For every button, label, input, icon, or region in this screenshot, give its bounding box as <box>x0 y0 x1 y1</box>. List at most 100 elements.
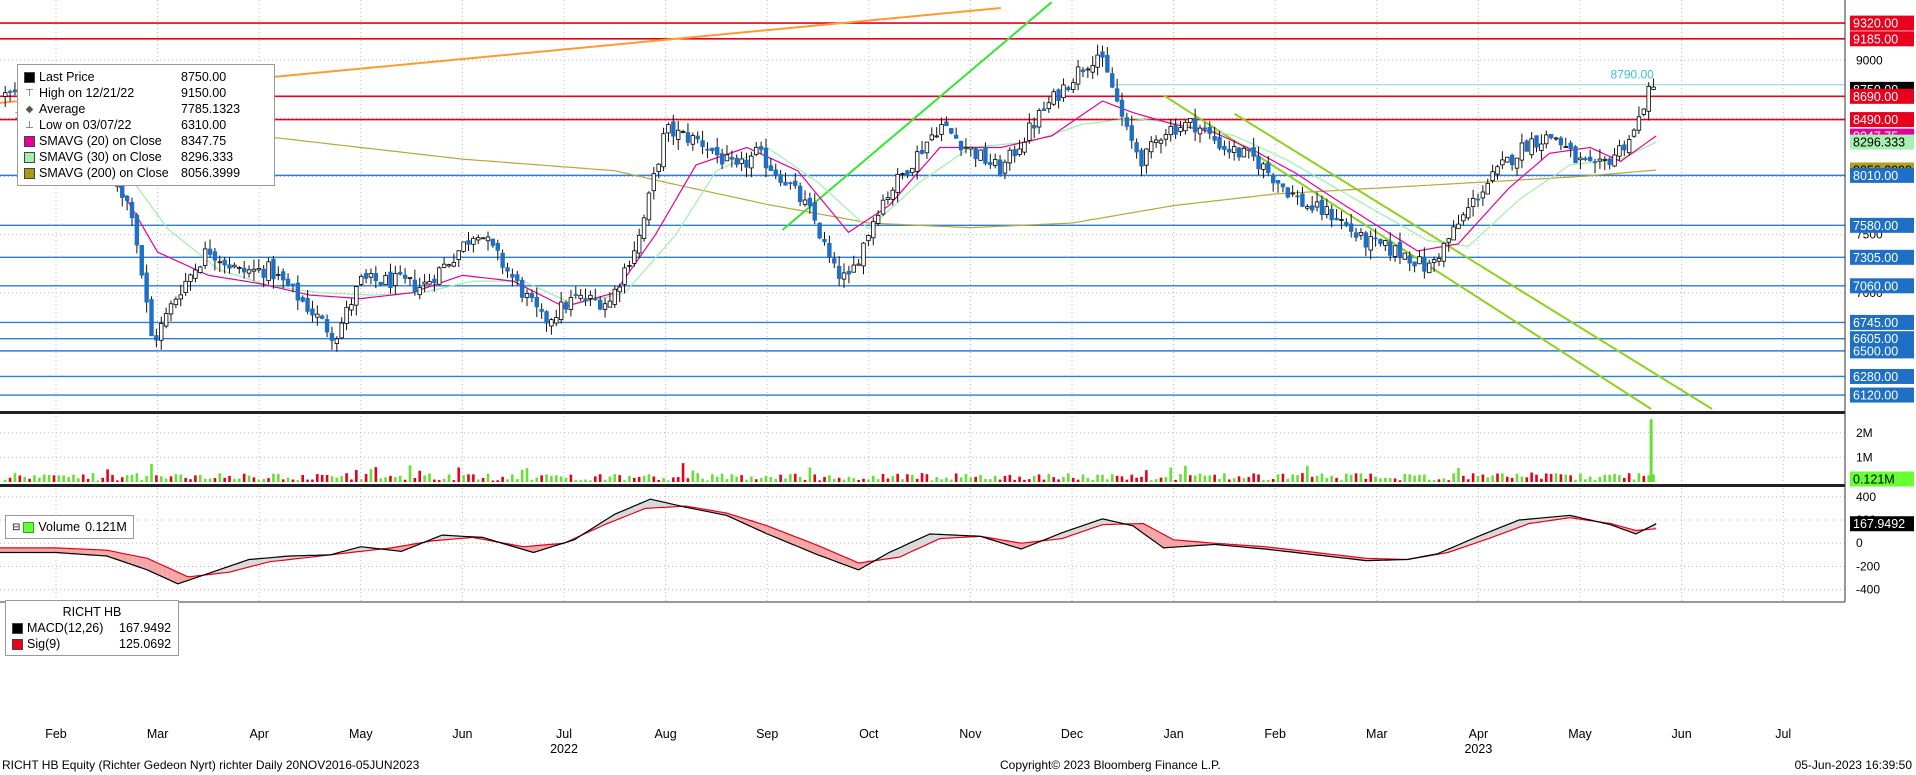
volume-bar <box>979 475 982 482</box>
volume-bar <box>1330 475 1333 482</box>
candle-body <box>973 148 978 160</box>
volume-bar <box>18 475 22 482</box>
candle-body <box>202 248 208 266</box>
candle-body <box>178 294 183 300</box>
candle-body <box>324 319 330 333</box>
month-tick-label: Jan <box>1164 727 1184 741</box>
volume-tick-label: 2M <box>1856 426 1873 440</box>
candle-body <box>719 153 725 165</box>
candle-body <box>1071 82 1076 90</box>
candle-body <box>1641 108 1647 115</box>
candle-body <box>134 214 140 246</box>
candle-body <box>905 170 910 176</box>
volume-bar <box>213 478 217 482</box>
candle-body <box>1188 118 1193 123</box>
candle-body <box>1007 149 1013 164</box>
volume-bar <box>1652 474 1655 482</box>
volume-bar <box>1037 474 1041 482</box>
candle-body <box>1324 206 1330 215</box>
volume-bar <box>1520 476 1524 482</box>
candle-body <box>992 159 998 166</box>
volume-bar <box>1588 476 1592 482</box>
candle-body <box>359 275 364 285</box>
candle-body <box>1285 187 1290 198</box>
candle-body <box>866 235 871 242</box>
candle-body <box>490 238 496 246</box>
candle-body <box>1329 208 1334 221</box>
volume-bar <box>1637 473 1641 482</box>
candle-body <box>217 261 222 264</box>
macd-swatch <box>12 622 23 634</box>
candle-body <box>573 294 578 296</box>
volume-bar <box>1018 476 1021 482</box>
candle-body <box>1466 207 1471 219</box>
candle-body <box>388 271 393 289</box>
candle-body <box>841 272 847 280</box>
price-tag-label: 7060.00 <box>1853 279 1898 293</box>
candle-body <box>1353 232 1359 238</box>
candle-body <box>1470 198 1476 208</box>
volume-bar <box>1457 468 1460 482</box>
volume-bar <box>637 476 641 482</box>
legend-label: Last Price <box>39 70 95 84</box>
sma30-swatch-icon <box>24 151 35 163</box>
volume-bar <box>394 477 397 482</box>
candle-body <box>1309 205 1315 211</box>
candle-body <box>1280 183 1286 188</box>
volume-bar <box>1579 473 1582 482</box>
volume-bar <box>1291 474 1294 482</box>
candle-body <box>1100 51 1105 58</box>
volume-bar <box>42 474 46 482</box>
month-tick-label: May <box>1568 727 1592 741</box>
candle-body <box>1339 219 1344 221</box>
volume-bar <box>1345 473 1348 482</box>
volume-bar <box>706 480 709 482</box>
candle-body <box>456 250 461 260</box>
legend-value: 8750.00 <box>181 70 227 84</box>
candle-body <box>934 135 939 138</box>
legend-row-sma20: SMAVG (20) on Close 8347.75 <box>24 133 268 149</box>
price-chart[interactable]: 8790.00 900085008000750070002M1M4002000-… <box>0 0 1916 775</box>
footer-copyright: Copyright© 2023 Bloomberg Finance L.P. <box>1000 758 1221 772</box>
volume-bar <box>223 477 226 482</box>
macd-line <box>0 498 1657 585</box>
candle-body <box>1500 159 1505 166</box>
volume-bar <box>954 473 958 482</box>
legend-row-high: ⊤ High on 12/21/22 9150.00 <box>24 85 268 101</box>
legend-label: Low on 03/07/22 <box>39 118 132 132</box>
candle-body <box>422 281 427 285</box>
candle-body <box>1041 108 1047 112</box>
candle-body <box>754 147 759 155</box>
candle-body <box>1344 221 1349 226</box>
candle-body <box>1075 66 1081 85</box>
candle-body <box>1646 86 1651 112</box>
candle-body <box>1134 142 1139 153</box>
candle-body <box>139 245 144 276</box>
signal-series-value: 125.0692 <box>119 637 172 651</box>
candle-body <box>329 332 335 341</box>
volume-bar <box>789 474 792 482</box>
macd-histogram-fill <box>35 547 41 553</box>
chart-axes: 900085008000750070002M1M4002000-200-400F… <box>0 0 1883 756</box>
volume-bar <box>1403 473 1407 482</box>
candle-body <box>1300 193 1305 207</box>
candle-body <box>1514 157 1520 169</box>
volume-bar <box>1125 479 1129 482</box>
volume-bar <box>579 480 582 482</box>
candle-body <box>793 180 798 186</box>
volume-bar <box>691 470 695 482</box>
candle-body <box>617 286 622 293</box>
volume-bar <box>1491 475 1494 482</box>
volume-bar <box>359 479 363 482</box>
volume-bar <box>1525 477 1529 482</box>
volume-bar <box>896 473 899 482</box>
candle-body <box>885 197 891 200</box>
volume-bar <box>296 480 300 482</box>
collapse-icon[interactable]: ⊟ <box>12 522 20 533</box>
candle-body <box>1056 89 1061 101</box>
candle-body <box>612 288 617 305</box>
candle-body <box>1446 238 1451 243</box>
candle-body <box>724 154 730 162</box>
candle-body <box>749 155 754 169</box>
month-tick-label: Jun <box>452 727 472 741</box>
